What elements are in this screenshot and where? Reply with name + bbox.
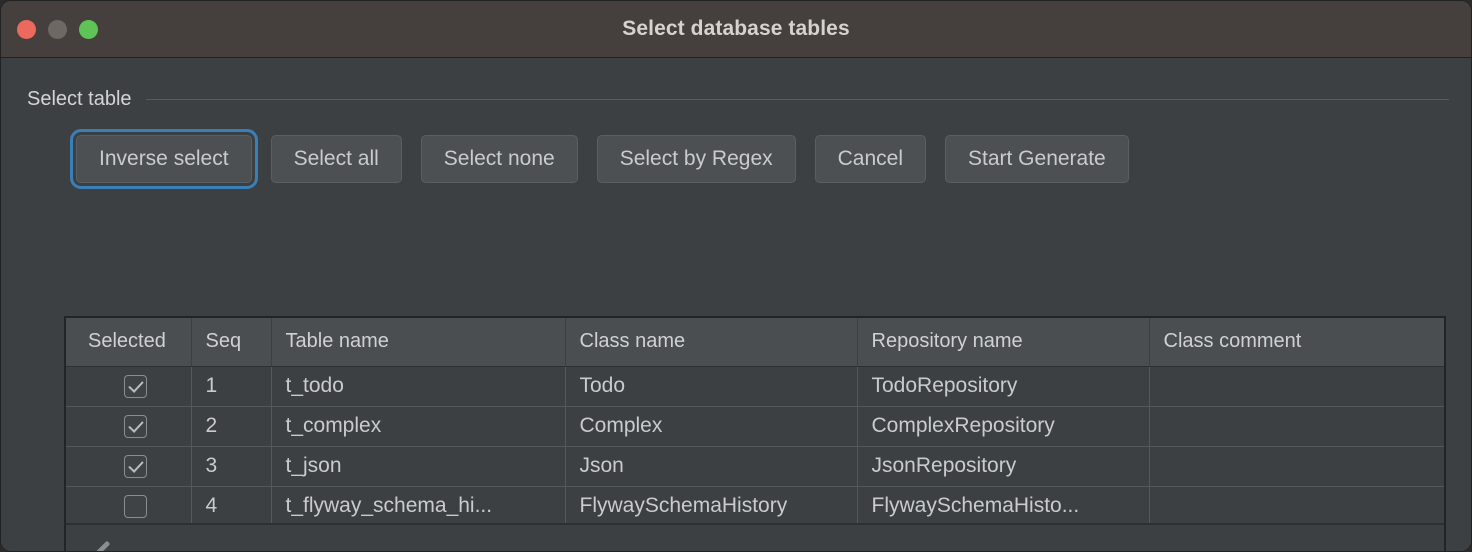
dialog-window: Select database tables Select table Inve…	[0, 0, 1472, 552]
column-header-selected[interactable]: Selected	[66, 318, 192, 367]
row-class-name[interactable]: FlywaySchemaHistory	[565, 486, 858, 527]
close-button[interactable]	[17, 19, 36, 39]
group-separator	[145, 99, 1449, 100]
row-class-name[interactable]: Todo	[565, 366, 858, 407]
row-repository-name[interactable]: FlywaySchemaHisto...	[857, 486, 1150, 527]
row-repository-name[interactable]: JsonRepository	[857, 446, 1150, 487]
row-table-name[interactable]: t_complex	[271, 406, 566, 447]
dialog-content: Select table Inverse select Select all S…	[1, 88, 1471, 552]
column-header-class-name[interactable]: Class name	[565, 318, 858, 367]
minimize-button[interactable]	[48, 19, 67, 39]
row-checkbox[interactable]	[123, 414, 147, 438]
select-all-button[interactable]: Select all	[270, 135, 402, 183]
table-body: 1 t_todo Todo TodoRepository 2 t_complex…	[66, 366, 1444, 527]
column-header-seq[interactable]: Seq	[191, 318, 272, 367]
window-controls	[17, 1, 98, 57]
inverse-select-button[interactable]: Inverse select	[70, 129, 258, 189]
row-class-name[interactable]: Complex	[565, 406, 858, 447]
row-class-comment[interactable]	[1149, 446, 1444, 487]
row-seq: 1	[191, 366, 272, 407]
table-row[interactable]: 4 t_flyway_schema_hi... FlywaySchemaHist…	[66, 486, 1444, 527]
pencil-icon[interactable]	[86, 539, 112, 552]
table-row[interactable]: 3 t_json Json JsonRepository	[66, 446, 1444, 487]
row-selected-cell[interactable]	[66, 486, 192, 527]
action-button-row: Inverse select Select all Select none Se…	[70, 129, 1471, 189]
start-generate-button[interactable]: Start Generate	[945, 135, 1129, 183]
row-repository-name[interactable]: ComplexRepository	[857, 406, 1150, 447]
row-selected-cell[interactable]	[66, 406, 192, 447]
row-class-comment[interactable]	[1149, 486, 1444, 527]
row-table-name[interactable]: t_todo	[271, 366, 566, 407]
row-seq: 4	[191, 486, 272, 527]
group-header-select-table: Select table	[27, 88, 1449, 111]
row-seq: 3	[191, 446, 272, 487]
table-row[interactable]: 1 t_todo Todo TodoRepository	[66, 366, 1444, 407]
row-class-name[interactable]: Json	[565, 446, 858, 487]
window-title: Select database tables	[622, 17, 850, 40]
cancel-button[interactable]: Cancel	[814, 135, 926, 183]
row-checkbox[interactable]	[123, 494, 147, 518]
select-none-button[interactable]: Select none	[420, 135, 578, 183]
row-checkbox[interactable]	[123, 454, 147, 478]
tables-grid: Selected Seq Table name Class name Repos…	[66, 318, 1444, 527]
row-checkbox[interactable]	[123, 374, 147, 398]
select-by-regex-button[interactable]: Select by Regex	[596, 135, 796, 183]
table-row[interactable]: 2 t_complex Complex ComplexRepository	[66, 406, 1444, 447]
row-selected-cell[interactable]	[66, 366, 192, 407]
column-header-repository-name[interactable]: Repository name	[857, 318, 1150, 367]
column-header-class-comment[interactable]: Class comment	[1149, 318, 1444, 367]
row-class-comment[interactable]	[1149, 366, 1444, 407]
row-class-comment[interactable]	[1149, 406, 1444, 447]
group-title: Select table	[27, 88, 132, 110]
tables-grid-container: Selected Seq Table name Class name Repos…	[64, 316, 1446, 552]
row-table-name[interactable]: t_flyway_schema_hi...	[271, 486, 566, 527]
row-seq: 2	[191, 406, 272, 447]
title-bar: Select database tables	[1, 1, 1471, 58]
column-header-table-name[interactable]: Table name	[271, 318, 566, 367]
grid-footer-toolbar	[66, 523, 1444, 552]
zoom-button[interactable]	[79, 19, 98, 39]
row-repository-name[interactable]: TodoRepository	[857, 366, 1150, 407]
row-selected-cell[interactable]	[66, 446, 192, 487]
table-header-row: Selected Seq Table name Class name Repos…	[66, 318, 1444, 367]
row-table-name[interactable]: t_json	[271, 446, 566, 487]
